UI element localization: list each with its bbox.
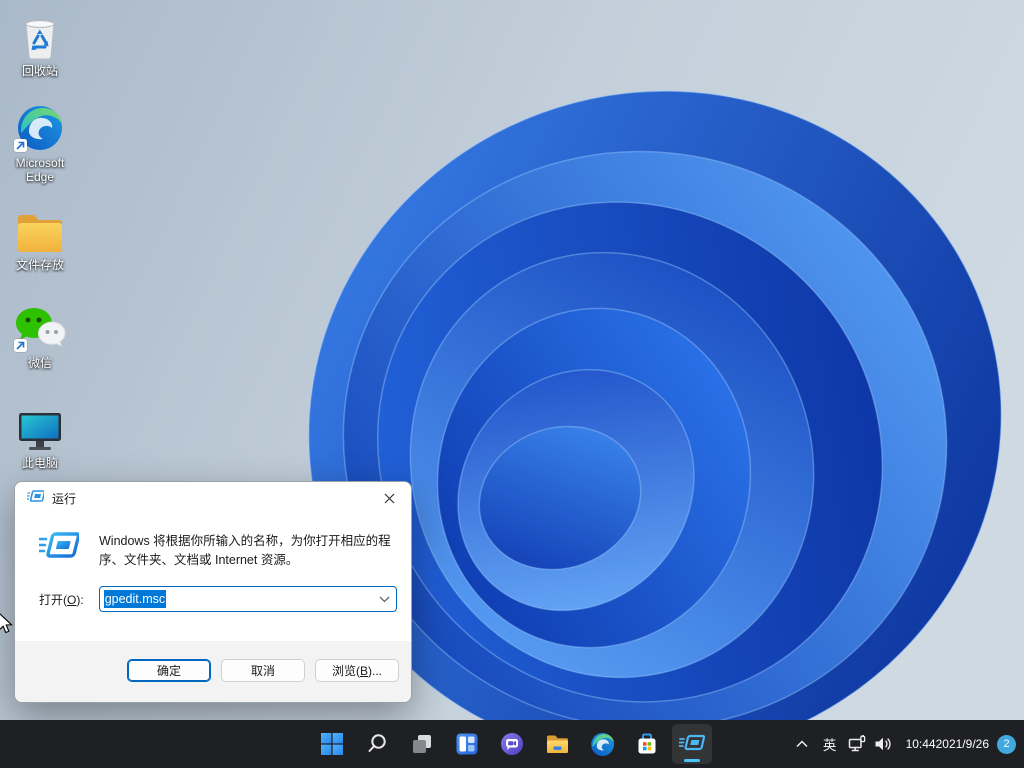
desktop: 回收站 Microsoft Edge <box>0 0 1024 768</box>
desktop-icon-microsoft-edge[interactable]: Microsoft Edge <box>2 100 78 184</box>
shortcut-arrow-icon <box>14 339 27 352</box>
teams-chat-icon <box>500 732 524 756</box>
this-pc-icon <box>2 400 78 452</box>
taskbar: 英 10:44 2021/9/26 <box>0 720 1024 768</box>
run-dialog-title: 运行 <box>52 490 367 507</box>
desktop-icon-label: 微信 <box>2 356 78 370</box>
microsoft-store-button[interactable] <box>627 724 667 764</box>
desktop-icon-label: 文件存放 <box>2 258 78 272</box>
desktop-icon-wechat[interactable]: 微信 <box>2 300 78 370</box>
input-language-indicator[interactable]: 英 <box>816 724 844 764</box>
chevron-up-icon <box>795 739 809 749</box>
desktop-icon-label: Microsoft Edge <box>2 156 78 184</box>
run-icon-large <box>39 530 79 567</box>
wechat-icon <box>2 300 78 352</box>
chat-button[interactable] <box>492 724 532 764</box>
search-icon <box>365 732 389 756</box>
open-input-value: gpedit.msc <box>104 590 166 608</box>
run-dialog-message: Windows 将根据你所输入的名称，为你打开相应的程序、文件夹、文档或 Int… <box>99 532 397 570</box>
shortcut-arrow-icon <box>14 139 27 152</box>
tray-date: 2021/9/26 <box>936 737 989 752</box>
desktop-icon-recycle-bin[interactable]: 回收站 <box>2 8 78 78</box>
search-button[interactable] <box>357 724 397 764</box>
file-explorer-icon <box>545 732 570 757</box>
browse-button[interactable]: 浏览(B)... <box>315 659 399 682</box>
taskbar-run-app-button[interactable] <box>672 724 712 764</box>
run-dialog-footer: 确定 取消 浏览(B)... <box>15 641 411 702</box>
run-dialog: 运行 <box>14 481 412 703</box>
close-button[interactable] <box>367 482 411 514</box>
network-button[interactable] <box>844 724 870 764</box>
taskbar-tray: 英 10:44 2021/9/26 <box>788 720 1020 768</box>
cancel-button[interactable]: 取消 <box>221 659 305 682</box>
open-combobox[interactable]: gpedit.msc <box>99 586 397 612</box>
recycle-bin-icon <box>2 8 78 60</box>
run-app-icon <box>679 733 705 755</box>
edge-button[interactable] <box>582 724 622 764</box>
desktop-icon-this-pc[interactable]: 此电脑 <box>2 400 78 470</box>
chevron-down-icon[interactable] <box>379 596 390 603</box>
file-explorer-button[interactable] <box>537 724 577 764</box>
widgets-button[interactable] <box>447 724 487 764</box>
task-view-icon <box>410 732 434 756</box>
ok-button[interactable]: 确定 <box>127 659 211 682</box>
folder-icon <box>2 202 78 254</box>
open-label: 打开(O): <box>39 591 84 608</box>
desktop-icon-label: 此电脑 <box>2 456 78 470</box>
volume-icon <box>873 734 893 754</box>
start-button[interactable] <box>312 724 352 764</box>
tray-time: 10:44 <box>906 737 936 752</box>
desktop-icon-label: 回收站 <box>2 64 78 78</box>
desktop-icon-files-folder[interactable]: 文件存放 <box>2 202 78 272</box>
clock[interactable]: 10:44 2021/9/26 <box>906 724 989 764</box>
microsoft-store-icon <box>635 732 659 756</box>
run-dialog-titlebar[interactable]: 运行 <box>15 482 411 514</box>
volume-button[interactable] <box>870 724 896 764</box>
run-icon <box>27 489 44 508</box>
tray-overflow-button[interactable] <box>788 724 816 764</box>
microsoft-edge-icon <box>2 100 78 152</box>
windows-start-icon <box>320 732 344 756</box>
widgets-icon <box>455 732 479 756</box>
task-view-button[interactable] <box>402 724 442 764</box>
edge-icon <box>590 732 615 757</box>
run-dialog-body: Windows 将根据你所输入的名称，为你打开相应的程序、文件夹、文档或 Int… <box>15 514 411 643</box>
network-ethernet-icon <box>847 734 867 754</box>
notification-badge[interactable]: 2 <box>997 735 1016 754</box>
close-icon <box>384 493 395 504</box>
